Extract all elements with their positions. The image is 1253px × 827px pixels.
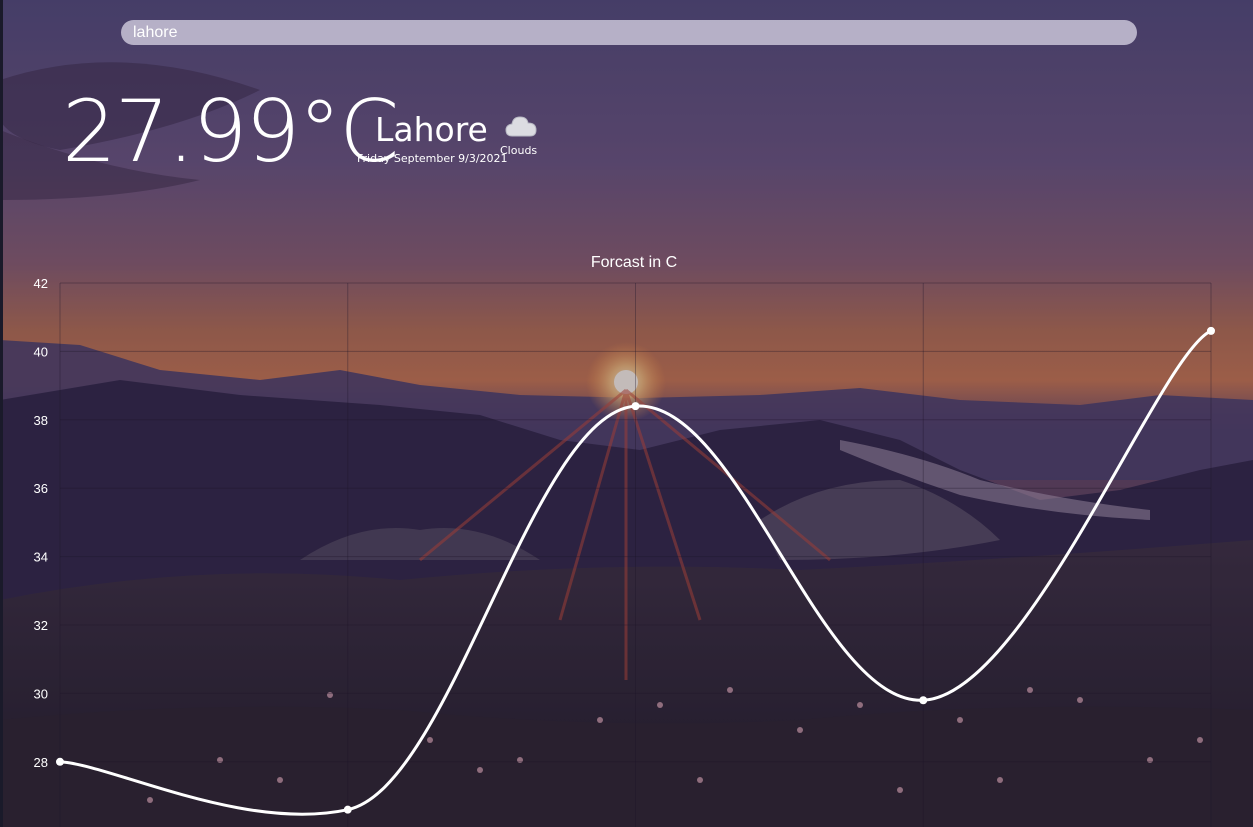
y-tick-label: 34 — [34, 550, 48, 565]
y-axis-ticks: 28 30 32 34 36 38 40 42 — [34, 276, 48, 770]
y-tick-label: 36 — [34, 481, 48, 496]
y-tick-label: 40 — [34, 344, 48, 359]
data-point — [631, 402, 640, 411]
chart-grid — [59, 282, 1212, 827]
search-input[interactable] — [121, 20, 1137, 45]
weather-condition: Clouds — [500, 144, 538, 157]
y-tick-label: 30 — [34, 686, 48, 701]
y-tick-label: 38 — [34, 413, 48, 428]
data-point — [343, 805, 352, 814]
data-point — [919, 696, 928, 705]
forecast-chart: Forcast in C 28 30 32 34 36 38 40 42 — [34, 254, 1215, 827]
y-tick-label: 42 — [34, 276, 48, 291]
chart-title: Forcast in C — [591, 254, 677, 271]
current-temperature: 27.99°C — [62, 82, 399, 182]
city-name: Lahore — [375, 110, 488, 149]
current-date: Friday September 9/3/2021 — [357, 152, 508, 165]
data-point — [56, 757, 64, 766]
cloud-icon — [503, 112, 539, 142]
y-tick-label: 28 — [34, 755, 48, 770]
y-tick-label: 32 — [34, 618, 48, 633]
data-point — [1207, 326, 1215, 335]
